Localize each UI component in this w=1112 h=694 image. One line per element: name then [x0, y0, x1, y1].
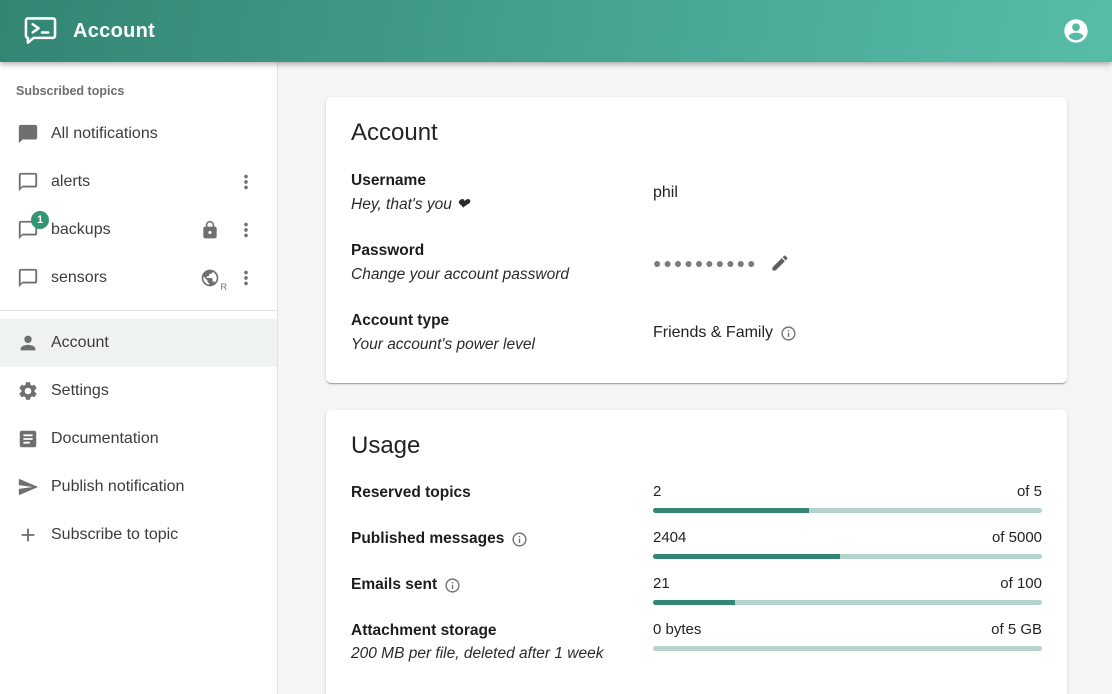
- attachment-storage-label: Attachment storage: [351, 620, 653, 642]
- info-icon[interactable]: [780, 325, 797, 342]
- reserved-topics-label: Reserved topics: [351, 482, 653, 504]
- account-card-title: Account: [351, 119, 1042, 147]
- unread-count-badge: 1: [31, 211, 49, 229]
- attachment-storage-limit: of 5 GB: [991, 620, 1042, 640]
- person-icon: [17, 332, 39, 354]
- globe-reserved-icon: R: [200, 268, 220, 288]
- info-icon[interactable]: [444, 577, 461, 594]
- account-type-row: Account type Your account's power level …: [351, 309, 1042, 357]
- sidebar-item-documentation[interactable]: Documentation: [0, 415, 277, 463]
- chat-outline-icon: [17, 267, 39, 289]
- usage-card: Usage Reserved topics 2 of 5: [326, 410, 1067, 694]
- reserved-topics-row: Reserved topics 2 of 5: [351, 482, 1042, 513]
- username-row: Username Hey, that's you ❤ phil: [351, 169, 1042, 217]
- sidebar-divider: [0, 310, 277, 311]
- chat-outline-icon: 1: [17, 219, 39, 241]
- usage-card-title: Usage: [351, 432, 1042, 460]
- chat-outline-icon: [17, 171, 39, 193]
- published-messages-current: 2404: [653, 528, 686, 548]
- account-circle-icon[interactable]: [1062, 17, 1090, 45]
- edit-password-icon[interactable]: [770, 253, 790, 273]
- sidebar-item-account[interactable]: Account: [0, 319, 277, 367]
- password-row: Password Change your account password ●●…: [351, 239, 1042, 287]
- sidebar-item-label: backups: [51, 221, 200, 239]
- chat-filled-icon: [17, 123, 39, 145]
- sidebar-item-label: Subscribe to topic: [51, 526, 265, 544]
- sidebar-item-label: All notifications: [51, 125, 265, 143]
- topic-menu-icon[interactable]: [234, 170, 258, 194]
- username-label: Username: [351, 169, 653, 193]
- password-label: Password: [351, 239, 653, 263]
- emails-sent-limit: of 100: [1000, 574, 1042, 594]
- account-type-label: Account type: [351, 309, 653, 333]
- emails-sent-label: Emails sent: [351, 574, 653, 596]
- masked-password: ●●●●●●●●●●: [653, 255, 758, 271]
- sidebar-item-settings[interactable]: Settings: [0, 367, 277, 415]
- published-messages-row: Published messages 2404 of 5000: [351, 528, 1042, 559]
- sidebar-item-backups[interactable]: 1 backups: [0, 206, 277, 254]
- sidebar-item-label: Account: [51, 334, 265, 352]
- sidebar-item-subscribe-to-topic[interactable]: Subscribe to topic: [0, 511, 277, 559]
- published-messages-limit: of 5000: [992, 528, 1042, 548]
- username-value: phil: [653, 184, 1042, 202]
- published-messages-label: Published messages: [351, 528, 653, 550]
- emails-sent-current: 21: [653, 574, 670, 594]
- account-type-value: Friends & Family: [653, 324, 773, 342]
- app-bar: Account: [0, 0, 1112, 62]
- topic-menu-icon[interactable]: [234, 218, 258, 242]
- sidebar-item-label: Settings: [51, 382, 265, 400]
- plus-icon: [17, 524, 39, 546]
- info-icon[interactable]: [511, 531, 528, 548]
- emails-sent-row: Emails sent 21 of 100: [351, 574, 1042, 605]
- published-messages-progressbar: [653, 554, 1042, 559]
- attachment-storage-current: 0 bytes: [653, 620, 701, 640]
- sidebar-item-label: Publish notification: [51, 478, 265, 496]
- sidebar: Subscribed topics All notifications aler…: [0, 62, 278, 694]
- emails-sent-progressbar: [653, 600, 1042, 605]
- gear-icon: [17, 380, 39, 402]
- sidebar-item-publish-notification[interactable]: Publish notification: [0, 463, 277, 511]
- page-title: Account: [73, 20, 1062, 43]
- send-icon: [17, 476, 39, 498]
- reserved-topics-progressbar: [653, 508, 1042, 513]
- sidebar-item-label: alerts: [51, 173, 234, 191]
- sidebar-item-alerts[interactable]: alerts: [0, 158, 277, 206]
- lock-icon: [200, 220, 220, 240]
- password-sublabel: Change your account password: [351, 263, 653, 287]
- attachment-storage-sublabel: 200 MB per file, deleted after 1 week: [351, 642, 653, 666]
- subscribed-topics-header: Subscribed topics: [0, 68, 277, 110]
- article-icon: [17, 428, 39, 450]
- account-type-sublabel: Your account's power level: [351, 333, 653, 357]
- sidebar-item-label: Documentation: [51, 430, 265, 448]
- attachment-storage-progressbar: [653, 646, 1042, 651]
- reserved-marker: R: [221, 282, 228, 292]
- sidebar-item-sensors[interactable]: sensors R: [0, 254, 277, 302]
- account-card: Account Username Hey, that's you ❤ phil …: [326, 97, 1067, 383]
- attachment-storage-row: Attachment storage 200 MB per file, dele…: [351, 620, 1042, 666]
- main-content: Account Username Hey, that's you ❤ phil …: [278, 62, 1112, 694]
- topic-menu-icon[interactable]: [234, 266, 258, 290]
- username-sublabel: Hey, that's you ❤: [351, 193, 653, 217]
- sidebar-item-all-notifications[interactable]: All notifications: [0, 110, 277, 158]
- reserved-topics-current: 2: [653, 482, 661, 502]
- sidebar-item-label: sensors: [51, 269, 200, 287]
- reserved-topics-limit: of 5: [1017, 482, 1042, 502]
- ntfy-logo-icon: [24, 16, 57, 46]
